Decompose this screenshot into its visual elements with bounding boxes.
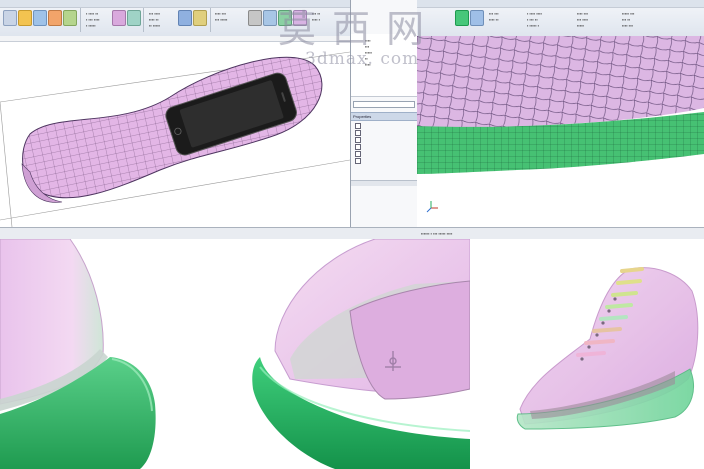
tool-label: ▪ ▪▪▪ ▪▪	[527, 17, 538, 22]
panel-header: Properties	[351, 112, 417, 121]
sneaker-scene	[516, 267, 699, 430]
tool-label: ▪ ▪▪▪▪ ▪▪	[86, 11, 99, 16]
panel-tree: ▪▪▪▪ ▪▪▪ ▪▪▪▪▪ ▪▪ ▪▪▪▪	[351, 34, 417, 97]
properties-panel: ▪▪▪▪ ▪▪▪ ▪▪▪▪▪ ▪▪ ▪▪▪▪ Properties	[350, 0, 418, 238]
insole-scene	[0, 51, 350, 227]
tool-label: ▪ ▪▪▪▪▪	[86, 23, 96, 28]
viewport-tabs-right[interactable]: ▪▪▪▪▪▪ ▪ ▪▪▪ ▪▪▪▪▪ ▪▪▪▪	[417, 227, 704, 239]
viewport-tabs-left[interactable]	[0, 227, 350, 239]
panel-checkbox[interactable]	[355, 130, 361, 136]
grid-icon[interactable]	[263, 10, 277, 26]
tree-item[interactable]: ▪▪	[365, 56, 368, 61]
tool-label: ▪▪▪▪ ▪	[312, 17, 321, 22]
render-sneaker-full	[470, 239, 704, 469]
undo-icon[interactable]	[18, 10, 32, 26]
render-toe-center	[235, 239, 470, 469]
tree-item[interactable]: ▪▪▪▪	[365, 38, 371, 43]
tool-label: ▪▪▪ ▪▪▪▪▪	[215, 17, 228, 22]
tool-label: ▪▪▪ ▪▪▪	[489, 11, 499, 16]
layer-icon[interactable]	[178, 10, 192, 26]
title-bar	[417, 0, 704, 8]
panel-combobox[interactable]	[353, 101, 415, 108]
title-bar	[0, 0, 350, 8]
redo-icon[interactable]	[33, 10, 47, 26]
ribbon-right: ▪▪▪ ▪▪▪ ▪▪▪▪ ▪▪ ▪ ▪▪▪▪ ▪▪▪▪ ▪ ▪▪▪ ▪▪ ▪ ▪…	[417, 0, 704, 37]
tree-item[interactable]: ▪▪▪▪▪	[365, 50, 372, 55]
tree-item[interactable]: ▪▪▪▪	[365, 62, 371, 67]
snap-icon[interactable]	[248, 10, 262, 26]
solid-icon[interactable]	[455, 10, 469, 26]
move-icon[interactable]	[48, 10, 62, 26]
ribbon-left: ▪ ▪▪▪▪ ▪▪ ▪ ▪▪▪ ▪▪▪▪ ▪ ▪▪▪▪▪ ▪▪▪ ▪▪▪▪ ▪▪…	[0, 0, 350, 37]
ribbon-separator	[210, 8, 211, 32]
panel-checkbox[interactable]	[355, 151, 361, 157]
panel-gap	[350, 227, 417, 239]
tool-label: ▪▪▪▪ ▪▪	[149, 17, 159, 22]
viewport-tab[interactable]: ▪▪▪▪▪▪ ▪ ▪▪▪ ▪▪▪▪▪ ▪▪▪▪	[421, 231, 452, 236]
axis-gizmo	[426, 201, 438, 213]
tool-label: ▪▪▪▪ ▪▪▪	[577, 11, 589, 16]
curve-icon[interactable]	[127, 10, 141, 26]
ribbon-separator	[143, 8, 144, 32]
solid-icon[interactable]	[278, 10, 292, 26]
cursor-icon[interactable]	[3, 10, 17, 26]
render-icon[interactable]	[193, 10, 207, 26]
ribbon-separator	[80, 8, 81, 32]
toe-left-scene	[0, 239, 156, 469]
tool-label: ▪▪▪▪▪	[577, 23, 585, 28]
tool-label: ▪▪▪ ▪▪	[312, 11, 321, 16]
toe-center-scene	[252, 239, 470, 469]
tree-item[interactable]: ▪▪▪	[365, 44, 369, 49]
viewport-insole[interactable]	[0, 42, 350, 227]
tool-label: ▪▪▪ ▪▪▪▪	[577, 17, 589, 22]
tool-label: ▪▪▪ ▪▪	[622, 17, 631, 22]
tool-label: ▪▪▪▪ ▪▪▪	[215, 11, 227, 16]
surface-icon[interactable]	[112, 10, 126, 26]
tool-label: ▪ ▪▪▪ ▪▪▪▪	[86, 17, 100, 22]
shoe-upper-mesh[interactable]	[417, 36, 704, 128]
panel-checkbox[interactable]	[355, 158, 361, 164]
tool-label: ▪ ▪▪▪▪ ▪▪▪▪	[527, 11, 542, 16]
panel-title: Properties	[353, 114, 372, 119]
tool-label: ▪▪▪▪ ▪▪▪	[622, 23, 634, 28]
panel-checkbox[interactable]	[355, 144, 361, 150]
render-icon[interactable]	[470, 10, 484, 26]
rotate-icon[interactable]	[63, 10, 77, 26]
render-toe-left	[0, 239, 235, 469]
mesh-icon[interactable]	[293, 10, 307, 26]
tool-label: ▪ ▪▪▪▪▪ ▪	[527, 23, 540, 28]
tool-label: ▪▪▪ ▪▪▪▪	[149, 11, 161, 16]
tool-label: ▪▪ ▪▪▪▪▪	[149, 23, 161, 28]
panel-footer	[351, 180, 417, 186]
viewport-shoe-mesh[interactable]	[417, 36, 704, 227]
shoe-mesh-scene	[417, 36, 704, 213]
tool-label: ▪▪▪▪▪ ▪▪▪	[622, 11, 635, 16]
tool-label: ▪▪▪▪ ▪▪	[489, 17, 499, 22]
panel-checkbox[interactable]	[355, 137, 361, 143]
panel-checkbox[interactable]	[355, 123, 361, 129]
